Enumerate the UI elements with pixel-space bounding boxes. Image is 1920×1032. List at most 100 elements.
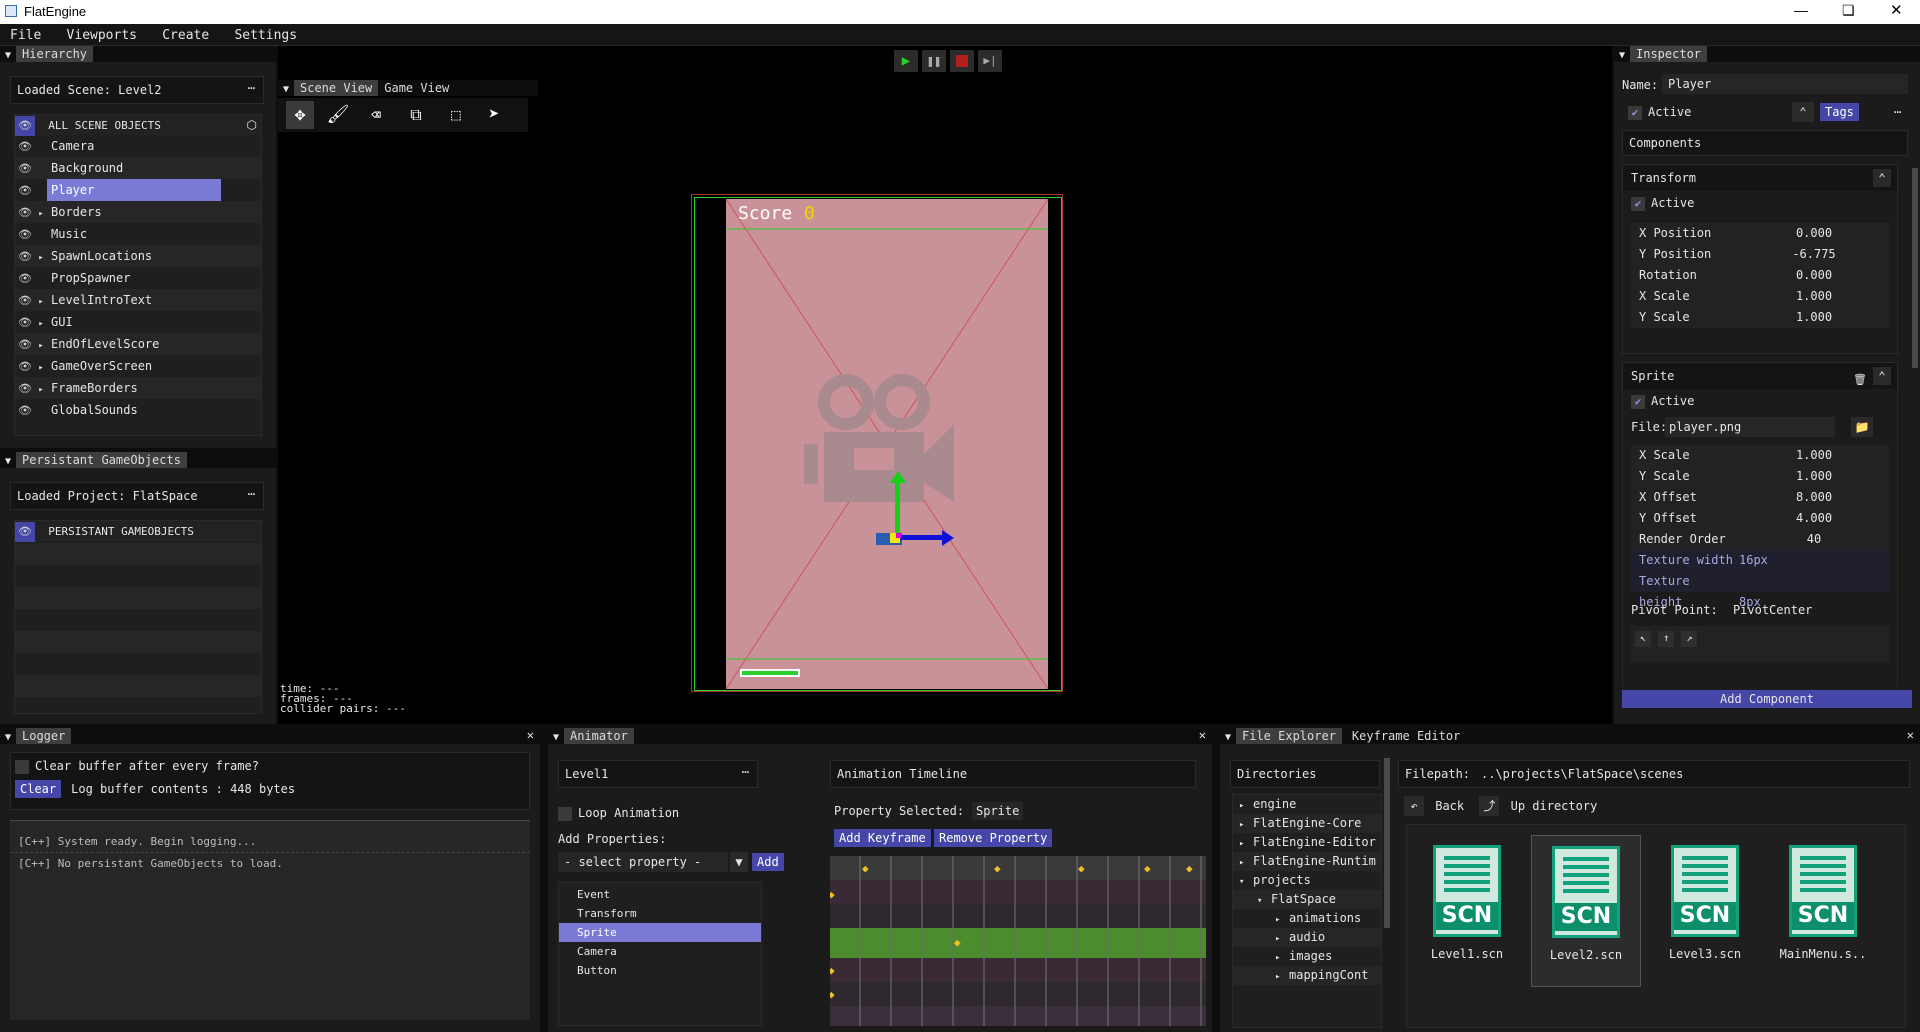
expand-arrow-icon[interactable]: ▸ xyxy=(35,247,47,269)
pivot-top-icon[interactable]: ↑ xyxy=(1658,631,1675,647)
expand-arrow-icon[interactable]: ▾ xyxy=(1239,873,1253,892)
step-button[interactable]: ▶| xyxy=(978,50,1002,72)
collapse-icon[interactable]: ▼ xyxy=(0,732,16,743)
expand-arrow-icon[interactable]: ▸ xyxy=(1275,968,1289,987)
play-button[interactable]: ▶ xyxy=(894,50,918,72)
menu-create[interactable]: Create xyxy=(152,24,217,43)
hierarchy-item[interactable]: 👁 GlobalSounds xyxy=(15,399,261,421)
directory-item[interactable]: ▸ audio xyxy=(1233,928,1381,947)
collapse-icon[interactable]: ▼ xyxy=(278,84,294,95)
loop-checkbox[interactable] xyxy=(558,806,572,821)
back-label[interactable]: Back xyxy=(1431,799,1472,813)
translate-tool-icon[interactable]: ✥ xyxy=(286,101,314,129)
hierarchy-item[interactable]: 👁 ▸ LevelIntroText xyxy=(15,289,261,311)
hierarchy-item[interactable]: 👁 Music xyxy=(15,223,261,245)
directory-scrollbar[interactable] xyxy=(1384,758,1390,928)
property-value-field[interactable]: 40 xyxy=(1759,529,1869,550)
property-list-item[interactable]: Transform xyxy=(559,904,761,923)
directory-item[interactable]: ▸ FlatEngine-Editor xyxy=(1233,833,1381,852)
more-options-icon[interactable]: ⋯ xyxy=(1894,102,1901,122)
expand-arrow-icon[interactable]: ▸ xyxy=(35,291,47,313)
visibility-eye-icon[interactable]: 👁 xyxy=(15,202,35,224)
pivot-top-right-icon[interactable]: ↗ xyxy=(1681,631,1698,647)
property-value-field[interactable]: 4.000 xyxy=(1759,508,1869,529)
tab-animator[interactable]: Animator xyxy=(564,728,634,744)
inspector-scrollbar[interactable] xyxy=(1912,168,1918,368)
stop-button[interactable] xyxy=(950,50,974,72)
menu-file[interactable]: File xyxy=(0,24,49,43)
hierarchy-item[interactable]: 👁 ▸ SpawnLocations xyxy=(15,245,261,267)
more-options-icon[interactable]: ⋯ xyxy=(248,81,255,95)
gizmo-y-arrow[interactable] xyxy=(890,471,906,483)
visibility-eye-icon[interactable]: 👁 xyxy=(15,224,35,246)
more-options-icon[interactable]: ⋯ xyxy=(742,765,749,779)
brush-tool-icon[interactable]: 🖌 xyxy=(324,101,352,129)
active-checkbox[interactable]: ✔ xyxy=(1628,105,1642,120)
folder-icon[interactable]: 📁 xyxy=(1851,417,1873,437)
property-value-field[interactable]: 1.000 xyxy=(1759,307,1869,328)
visibility-eye-icon[interactable]: 👁 xyxy=(15,136,35,158)
tags-button[interactable]: Tags xyxy=(1820,103,1859,121)
hierarchy-item[interactable]: 👁 ▸ EndOfLevelScore xyxy=(15,333,261,355)
keyframe-marker[interactable]: ◆ xyxy=(830,988,835,1001)
collapse-icon[interactable]: ▼ xyxy=(548,732,564,743)
property-list-item[interactable]: Button xyxy=(559,961,761,980)
property-list-item[interactable]: Event xyxy=(559,885,761,904)
collapse-icon[interactable]: ▼ xyxy=(1614,50,1630,61)
close-logger-icon[interactable]: ✕ xyxy=(527,728,534,742)
up-directory-label[interactable]: Up directory xyxy=(1507,799,1598,813)
close-window-button[interactable]: ✕ xyxy=(1890,1,1903,19)
keyframe-marker[interactable]: ◆ xyxy=(1186,862,1193,875)
hierarchy-item[interactable]: 👁 Player xyxy=(15,179,261,201)
expand-arrow-icon[interactable]: ▸ xyxy=(35,203,47,225)
collapse-up-icon[interactable]: ⌃ xyxy=(1792,102,1814,122)
tab-file-explorer[interactable]: File Explorer xyxy=(1236,728,1342,744)
directory-item[interactable]: ▾ projects xyxy=(1233,871,1381,890)
collapse-icon[interactable]: ▼ xyxy=(0,456,16,467)
directory-item[interactable]: ▸ engine xyxy=(1233,795,1381,814)
game-canvas[interactable]: Score 0 xyxy=(691,194,1063,692)
property-list-item[interactable]: Sprite xyxy=(559,923,761,942)
back-icon[interactable]: ↶ xyxy=(1404,796,1424,816)
visibility-eye-icon[interactable]: 👁 xyxy=(15,400,35,422)
tab-game-view[interactable]: Game View xyxy=(378,80,455,96)
gizmo-x-axis[interactable] xyxy=(900,535,944,540)
add-keyframe-button[interactable]: Add Keyframe xyxy=(834,829,931,847)
visibility-eye-icon[interactable]: 👁 xyxy=(15,246,35,268)
clear-every-frame-checkbox[interactable] xyxy=(15,759,29,774)
minimize-button[interactable]: — xyxy=(1794,2,1808,18)
select-tool-icon[interactable]: ⬚ xyxy=(442,101,470,129)
keyframe-marker[interactable]: ◆ xyxy=(830,964,835,977)
move-cursor-icon[interactable]: ➤ xyxy=(480,101,508,129)
visibility-eye-icon[interactable]: 👁 xyxy=(15,378,35,400)
hierarchy-item[interactable]: 👁 Camera xyxy=(15,135,261,157)
directory-item[interactable]: ▸ FlatEngine-Runtim xyxy=(1233,852,1381,871)
file-input[interactable]: player.png xyxy=(1665,417,1835,437)
expand-arrow-icon[interactable]: ▸ xyxy=(35,313,47,335)
directory-item[interactable]: ▸ animations xyxy=(1233,909,1381,928)
file-item[interactable]: SCN Level3.scn xyxy=(1651,835,1759,985)
property-value-field[interactable]: -6.775 xyxy=(1759,244,1869,265)
collapse-icon[interactable]: ▼ xyxy=(1220,732,1236,743)
transform-active-checkbox[interactable]: ✔ xyxy=(1631,196,1645,211)
property-list-item[interactable]: Camera xyxy=(559,942,761,961)
property-value-field[interactable]: 1.000 xyxy=(1759,445,1869,466)
property-value-field[interactable]: 8.000 xyxy=(1759,487,1869,508)
cube-icon[interactable]: ⬡ xyxy=(247,115,261,135)
close-animator-icon[interactable]: ✕ xyxy=(1199,728,1206,742)
trash-icon[interactable]: 🗑 xyxy=(1853,367,1867,393)
up-directory-icon[interactable]: ⤴ xyxy=(1479,796,1500,816)
directory-item[interactable]: ▸ images xyxy=(1233,947,1381,966)
gizmo-x-arrow[interactable] xyxy=(942,530,954,546)
gizmo-y-axis[interactable] xyxy=(895,481,900,539)
expand-arrow-icon[interactable]: ▾ xyxy=(1257,892,1271,911)
expand-arrow-icon[interactable]: ▸ xyxy=(35,357,47,379)
collapse-up-icon[interactable]: ⌃ xyxy=(1873,169,1891,187)
dropdown-arrow-icon[interactable]: ▼ xyxy=(730,852,748,872)
visibility-toggle-all-icon[interactable]: 👁 xyxy=(15,116,35,136)
hierarchy-item[interactable]: 👁 ▸ GameOverScreen xyxy=(15,355,261,377)
keyframe-marker[interactable]: ◆ xyxy=(830,888,835,901)
property-value-field[interactable]: 1.000 xyxy=(1759,466,1869,487)
tab-inspector[interactable]: Inspector xyxy=(1630,46,1708,62)
menu-viewports[interactable]: Viewports xyxy=(57,24,145,43)
